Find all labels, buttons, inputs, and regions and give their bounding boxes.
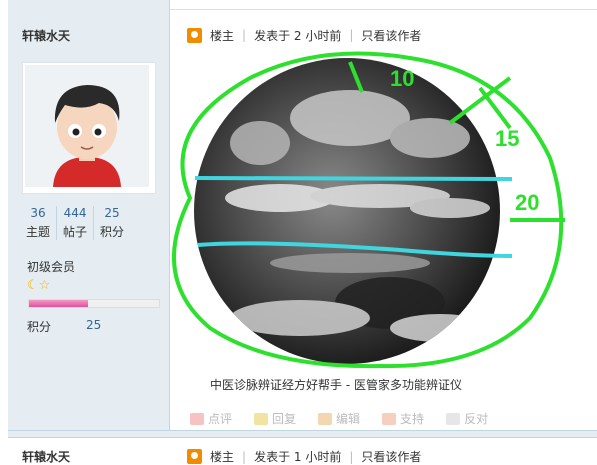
level-icons: ☾☆ — [27, 278, 50, 293]
annotation-20: 20 — [515, 190, 539, 215]
author-name[interactable]: 轩辕水天 — [22, 27, 70, 44]
stat-label: 积分 — [100, 225, 125, 239]
edit-icon — [318, 412, 333, 425]
post-time: 发表于 1 小时前 — [254, 450, 342, 464]
post-image[interactable]: 10 15 20 — [150, 48, 580, 373]
post-header: 楼主 | 发表于 2 小时前 | 只看该作者 — [187, 25, 421, 45]
points-label: 积分 — [27, 320, 52, 334]
post-divider — [8, 430, 597, 438]
annotation-15: 15 — [495, 126, 519, 151]
progress-fill — [29, 300, 88, 307]
satellite-earth-image: 10 15 20 — [172, 51, 565, 369]
image-caption[interactable]: 中医诊脉辨证经方好帮手 - 医管家多功能辨证仪 — [210, 376, 462, 393]
owner-label: 楼主 — [210, 28, 235, 43]
owner-icon — [187, 449, 202, 464]
avatar[interactable] — [22, 62, 156, 194]
post-actions: 点评 回复 编辑 支持 反对 — [190, 410, 510, 427]
comment-button[interactable]: 点评 — [190, 410, 232, 427]
owner-icon — [187, 27, 202, 43]
stat-topics[interactable]: 36 主题 — [22, 206, 56, 240]
stat-value: 444 — [63, 206, 87, 220]
stat-value: 36 — [30, 206, 46, 220]
cyan-line-upper — [194, 176, 513, 181]
only-author-link[interactable]: 只看该作者 — [361, 27, 421, 44]
progress-bar — [28, 299, 160, 308]
star-icon: ☆ — [38, 278, 51, 293]
thumbs-down-icon — [446, 412, 461, 425]
annotation-10: 10 — [390, 66, 414, 91]
owner-label: 楼主 — [210, 450, 235, 464]
points-value: 25 — [86, 318, 102, 332]
post-time: 发表于 2 小时前 — [254, 28, 342, 43]
only-author-link[interactable]: 只看该作者 — [361, 448, 421, 465]
edit-button[interactable]: 编辑 — [318, 410, 360, 427]
avatar-image — [25, 65, 149, 187]
support-button[interactable]: 支持 — [382, 410, 424, 427]
stat-posts[interactable]: 444 帖子 — [56, 206, 93, 240]
oppose-button[interactable]: 反对 — [446, 410, 488, 427]
stat-value: 25 — [104, 206, 120, 220]
moon-icon: ☾ — [27, 278, 39, 293]
author-stats: 36 主题 444 帖子 25 积分 — [22, 206, 162, 240]
stat-points[interactable]: 25 积分 — [93, 206, 130, 240]
member-level[interactable]: 初级会员 — [27, 258, 75, 275]
main-top-strip — [170, 0, 597, 10]
reply-button[interactable]: 回复 — [254, 410, 296, 427]
stat-label: 帖子 — [63, 225, 88, 239]
cartoon-avatar-icon — [25, 65, 149, 187]
comment-icon — [190, 412, 204, 425]
thumbs-up-icon — [382, 412, 397, 425]
stat-label: 主题 — [26, 225, 51, 239]
next-author-name[interactable]: 轩辕水天 — [22, 448, 70, 465]
reply-icon — [254, 412, 269, 425]
next-post-header: 楼主 | 发表于 1 小时前 | 只看该作者 — [187, 448, 421, 465]
